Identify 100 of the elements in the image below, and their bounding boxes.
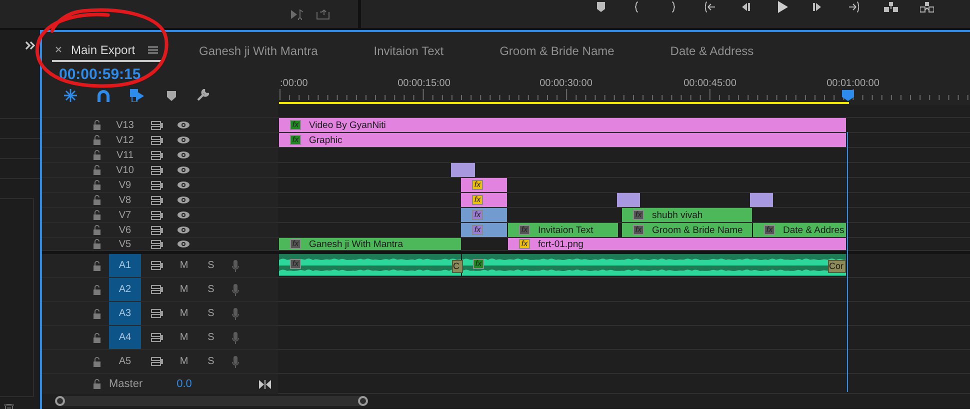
track-name[interactable]: V8 (109, 192, 141, 208)
track-name[interactable]: V13 (109, 118, 141, 132)
timeline-clip[interactable]: fx (461, 178, 507, 192)
eye-icon[interactable] (177, 196, 190, 204)
track-output-icon[interactable] (151, 120, 163, 130)
eye-icon[interactable] (177, 166, 190, 174)
track-output-icon[interactable] (151, 196, 163, 204)
solo-button[interactable]: S (204, 330, 218, 345)
track-target[interactable]: A3 (109, 302, 141, 325)
eye-icon[interactable] (177, 151, 190, 159)
track-name[interactable]: V7 (109, 208, 141, 222)
timeline-clip[interactable]: fx (461, 223, 507, 237)
track-name[interactable]: V6 (109, 222, 141, 238)
lock-icon[interactable] (93, 308, 101, 318)
close-icon[interactable] (55, 46, 62, 53)
go-to-in-icon[interactable] (704, 1, 718, 13)
extract-icon[interactable] (920, 1, 934, 13)
sequence-tab[interactable]: Ganesh ji With Mantra (199, 39, 318, 62)
track-name[interactable]: V9 (109, 178, 141, 192)
track-output-icon[interactable] (151, 166, 163, 174)
sequence-tab[interactable]: Invitaion Text (374, 39, 444, 62)
add-marker-icon[interactable] (167, 90, 176, 100)
playhead-timecode[interactable]: 00:00:59:15 (42, 62, 143, 86)
timeline-clip[interactable]: fx (461, 193, 507, 207)
fx-badge[interactable]: fx (473, 259, 484, 269)
fx-badge[interactable]: fx (472, 225, 483, 235)
timeline-clip[interactable]: fx (461, 208, 507, 222)
mute-button[interactable]: M (177, 354, 191, 369)
track-output-icon[interactable] (151, 357, 163, 366)
lock-icon[interactable] (93, 239, 101, 249)
track-name[interactable]: V5 (109, 236, 141, 252)
playhead-handle[interactable] (842, 90, 854, 101)
linked-selection-icon[interactable] (130, 89, 144, 102)
lock-icon[interactable] (93, 165, 101, 175)
play-audio-icon[interactable] (290, 8, 304, 20)
solo-button[interactable]: S (204, 306, 218, 321)
timeline-clip[interactable]: fx Graphic (279, 133, 846, 147)
timeline-clip[interactable]: fx fcrt-01.png (508, 238, 846, 250)
track-output-icon[interactable] (151, 180, 163, 190)
fx-badge[interactable]: fx (472, 210, 483, 220)
fx-badge[interactable]: fx (290, 135, 301, 145)
lock-icon[interactable] (93, 195, 101, 205)
track-output-icon[interactable] (151, 226, 163, 234)
fx-badge[interactable]: fx (519, 239, 530, 249)
horizontal-scrollbar[interactable] (55, 396, 368, 406)
go-to-out-icon[interactable] (848, 1, 862, 13)
sequence-tab[interactable]: Main Export (71, 40, 136, 58)
menu-icon[interactable] (148, 46, 158, 54)
lock-icon[interactable] (93, 135, 101, 145)
lock-icon[interactable] (93, 356, 101, 366)
solo-button[interactable]: S (204, 282, 218, 297)
track-output-icon[interactable] (151, 210, 163, 220)
transition-block[interactable]: Cor (828, 260, 846, 273)
track-name[interactable]: V12 (109, 132, 141, 148)
lock-icon[interactable] (93, 332, 101, 342)
track-output-icon[interactable] (151, 136, 163, 144)
collapse-icon[interactable] (259, 380, 271, 388)
sequence-tab[interactable]: Groom & Bride Name (500, 39, 614, 62)
fx-badge[interactable]: fx (472, 195, 483, 205)
eye-icon[interactable] (177, 136, 190, 144)
timeline-clip[interactable] (617, 193, 640, 207)
eye-icon[interactable] (177, 121, 190, 129)
nest-sequence-icon[interactable] (64, 89, 77, 102)
track-name[interactable]: V10 (109, 162, 141, 178)
track-output-icon[interactable] (151, 309, 163, 318)
timeline-clip[interactable] (451, 163, 475, 177)
play-icon[interactable] (776, 1, 790, 13)
timeline-clip[interactable] (750, 193, 773, 207)
wrench-icon[interactable] (196, 89, 209, 102)
double-chevron-icon[interactable] (25, 40, 35, 50)
lock-icon[interactable] (93, 225, 101, 235)
export-frame-icon[interactable] (316, 8, 330, 20)
mute-button[interactable]: M (177, 282, 191, 297)
master-volume[interactable]: 0.0 (176, 376, 192, 392)
fx-badge[interactable]: fx (290, 120, 301, 130)
mute-button[interactable]: M (177, 330, 191, 345)
snap-magnet-icon[interactable] (97, 90, 110, 102)
lift-icon[interactable] (884, 1, 898, 13)
scrollbar-handle[interactable] (55, 396, 65, 406)
track-output-icon[interactable] (151, 333, 163, 342)
track-target[interactable]: A5 (109, 350, 141, 373)
eye-icon[interactable] (177, 211, 190, 219)
mute-button[interactable]: M (177, 258, 191, 273)
eye-icon[interactable] (177, 226, 190, 234)
eye-icon[interactable] (177, 181, 190, 189)
sequence-tab[interactable]: Date & Address (670, 39, 754, 62)
eye-icon[interactable] (177, 240, 190, 248)
lock-icon[interactable] (93, 284, 101, 294)
track-output-icon[interactable] (151, 150, 163, 160)
track-target[interactable]: A1 (109, 254, 141, 277)
lock-icon[interactable] (93, 210, 101, 220)
track-output-icon[interactable] (151, 261, 163, 270)
fx-badge[interactable]: fx (472, 180, 483, 190)
timeline-clip[interactable]: fx Video By GyanNiti (279, 118, 846, 132)
lock-icon[interactable] (93, 180, 101, 190)
lock-icon[interactable] (93, 120, 101, 130)
transition-block[interactable]: C (452, 260, 463, 273)
solo-button[interactable]: S (204, 258, 218, 273)
track-target[interactable]: A4 (109, 326, 141, 349)
lock-icon[interactable] (93, 260, 101, 270)
